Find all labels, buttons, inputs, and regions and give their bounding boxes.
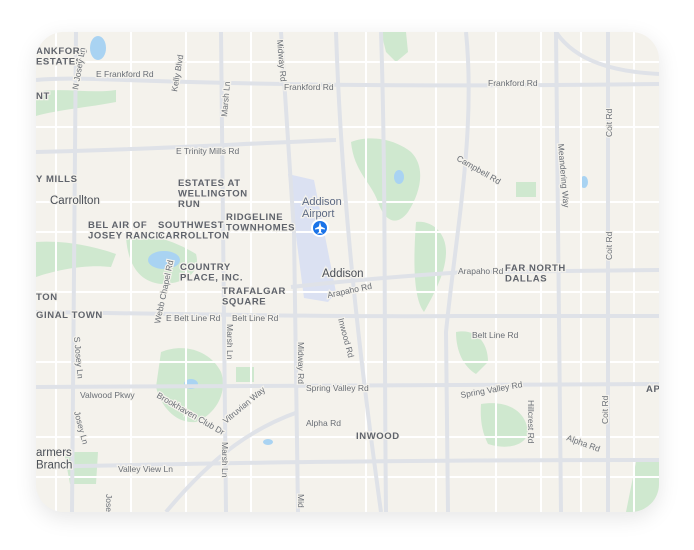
street-hillcrest-rd: Hillcrest Rd	[526, 400, 536, 444]
street-spring-valley-rd-mid: Spring Valley Rd	[306, 383, 369, 393]
area-nt: NT	[36, 91, 50, 102]
street-frankford-rd-east: Frankford Rd	[488, 78, 538, 88]
street-arapaho-rd-east: Arapaho Rd	[458, 266, 504, 276]
street-valley-view-ln: Valley View Ln	[118, 464, 173, 474]
street-e-trinity-mills-rd: E Trinity Mills Rd	[176, 146, 240, 156]
area-inwood: INWOOD	[356, 431, 400, 442]
street-coit-rd-south: Coit Rd	[600, 395, 610, 424]
area-ginal-town: GINAL TOWN	[36, 310, 103, 321]
area-ap: AP	[646, 384, 659, 395]
street-e-frankford-rd: E Frankford Rd	[96, 69, 154, 79]
street-e-belt-line-rd: E Belt Line Rd	[166, 313, 221, 323]
street-belt-line-rd-east: Belt Line Rd	[472, 330, 519, 340]
map-card[interactable]: ANKFORD ESTATES NT Y MILLS ESTATES AT WELL…	[36, 32, 659, 512]
street-coit-rd-north: Coit Rd	[604, 108, 614, 137]
street-midway-rd-south: Midway Rd	[296, 342, 306, 384]
area-josey-mills: Y MILLS	[36, 174, 78, 185]
street-jose-bottom: Jose	[104, 494, 114, 512]
street-frankford-rd-mid: Frankford Rd	[284, 82, 334, 92]
street-belt-line-rd-mid: Belt Line Rd	[232, 313, 279, 323]
city-addison: Addison	[322, 268, 364, 280]
street-valwood-pkwy: Valwood Pkwy	[80, 390, 135, 400]
street-marsh-ln-bottom: Marsh Ln	[220, 442, 230, 478]
city-farmers-branch: armers Branch	[36, 447, 72, 472]
area-ton: TON	[36, 292, 58, 303]
map-canvas[interactable]: ANKFORD ESTATES NT Y MILLS ESTATES AT WELL…	[36, 32, 659, 512]
city-carrollton: Carrollton	[50, 195, 100, 207]
street-mid-bottom: Mid	[296, 494, 306, 508]
street-alpha-rd-mid: Alpha Rd	[306, 418, 341, 428]
street-marsh-ln-south: Marsh Ln	[225, 324, 235, 360]
area-southwest-carrollton: SOUTHWEST CARROLLTON	[158, 220, 230, 241]
street-coit-rd-mid: Coit Rd	[604, 231, 614, 260]
